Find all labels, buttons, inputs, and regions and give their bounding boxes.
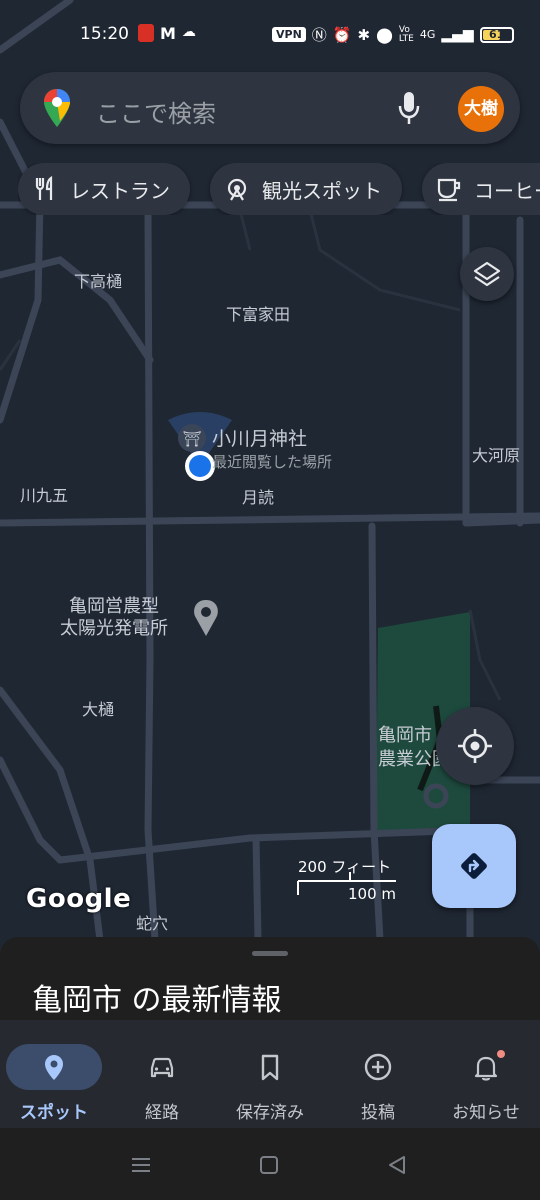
nav-updates-label: お知らせ [452, 1103, 520, 1123]
home-button[interactable] [254, 1150, 284, 1180]
solar-poi-line2: 太陽光発電所 [60, 618, 168, 639]
scale-feet: 200 フィート [298, 858, 392, 876]
system-navigation-bar [0, 1128, 540, 1200]
search-bar[interactable]: ここで検索 大樹 [20, 72, 520, 144]
microphone-icon[interactable] [396, 90, 422, 126]
layers-button[interactable] [460, 247, 514, 301]
map-label-shimotomiyoshida: 下富家田 [226, 305, 291, 324]
vpn-icon: VPN [272, 27, 306, 42]
location-icon: ⬤ [376, 25, 393, 44]
category-chips: レストラン 観光スポット コーヒー [18, 163, 540, 215]
nav-commute[interactable]: 経路 [108, 1020, 216, 1128]
nfc-icon: Ⓝ [311, 26, 327, 44]
nav-explore-label: スポット [20, 1103, 88, 1123]
solar-poi-line1: 亀岡営農型 [69, 596, 159, 617]
battery-icon: 61 [479, 26, 514, 43]
nav-saved[interactable]: 保存済み [216, 1020, 324, 1128]
park-poi-line1: 亀岡市 [378, 725, 432, 746]
google-maps-logo-icon [44, 89, 70, 127]
nav-contribute[interactable]: 投稿 [324, 1020, 432, 1128]
map-label-jaana: 蛇穴 [136, 914, 169, 933]
status-time: 15:20 [80, 24, 129, 44]
scale-meters: 100 m [348, 885, 397, 903]
search-input[interactable]: ここで検索 [96, 94, 216, 129]
chip-restaurant-label: レストラン [70, 178, 170, 203]
shrine-name: 小川月神社 [212, 428, 308, 450]
network-type: 4G [419, 28, 436, 41]
bell-icon [474, 1056, 498, 1081]
sheet-title: 亀岡市 の最新情報 [32, 983, 282, 1018]
shrine-poi[interactable]: 小川月神社 最近閲覧した場所 [212, 424, 332, 472]
notification-icons: M ☁ [138, 24, 196, 43]
account-avatar[interactable]: 大樹 [458, 86, 504, 132]
nav-saved-label: 保存済み [236, 1103, 304, 1123]
chip-restaurant[interactable]: レストラン [18, 163, 190, 215]
status-bar: 15:20 M ☁ VPN Ⓝ ⏰ ✱ ⬤ Vo LTE 4G ▂▄▆ 61 [0, 0, 540, 70]
directions-icon [461, 853, 487, 879]
layers-icon [473, 261, 501, 287]
recent-apps-button[interactable] [126, 1150, 156, 1180]
add-circle-icon [364, 1053, 392, 1081]
car-icon [150, 1057, 174, 1078]
attraction-icon [227, 178, 247, 201]
back-button[interactable] [382, 1150, 412, 1180]
chip-coffee[interactable]: コーヒー [422, 163, 540, 215]
nav-contribute-label: 投稿 [361, 1103, 395, 1123]
volte-icon: Vo LTE [398, 24, 414, 44]
bottom-navigation: スポット 経路 保存済み 投稿 お知らせ [0, 1020, 540, 1128]
weather-icon: ☁ [181, 24, 196, 40]
system-status-icons: VPN Ⓝ ⏰ ✱ ⬤ Vo LTE 4G ▂▄▆ 61 [272, 24, 514, 45]
sheet-drag-handle[interactable] [252, 951, 288, 956]
nav-updates[interactable]: お知らせ [432, 1020, 540, 1128]
map-label-otoi: 大樋 [82, 700, 115, 719]
park-poi[interactable]: 亀岡市 農業公園 [378, 724, 440, 772]
solar-poi[interactable]: 亀岡営農型 太陽光発電所 [60, 596, 168, 640]
gmail-icon: M [160, 24, 176, 43]
directions-button[interactable] [432, 824, 516, 908]
signal-icon: ▂▄▆ [441, 26, 474, 43]
bottom-sheet[interactable]: 亀岡市 の最新情報 [0, 937, 540, 1027]
nav-commute-label: 経路 [145, 1103, 179, 1123]
notification-dot [497, 1050, 505, 1058]
map-label-kawakugo: 川九五 [20, 486, 69, 505]
chip-coffee-label: コーヒー [474, 178, 540, 203]
map-scale: 200 フィート 100 m [296, 856, 406, 906]
shrine-subtitle: 最近閲覧した場所 [212, 453, 333, 471]
restaurant-icon [35, 176, 53, 200]
home-square-icon [260, 1156, 278, 1174]
bookmark-icon [261, 1054, 279, 1081]
location-pin-icon [45, 1055, 63, 1080]
app-notification-icon [138, 24, 154, 42]
nav-explore[interactable]: スポット [0, 1020, 108, 1128]
chip-attractions[interactable]: 観光スポット [210, 163, 402, 215]
google-logo: Google [26, 884, 132, 914]
menu-icon [132, 1158, 150, 1172]
svg-text:⛩: ⛩ [182, 430, 201, 448]
my-location-button[interactable] [436, 707, 514, 785]
map-label-shimotakahi: 下高樋 [74, 272, 123, 291]
battery-percent: 61 [489, 27, 505, 41]
coffee-icon [437, 178, 461, 202]
back-triangle-icon [389, 1156, 405, 1174]
my-location-icon [458, 729, 492, 763]
alarm-icon: ⏰ [332, 25, 352, 44]
bluetooth-icon: ✱ [357, 25, 371, 44]
map-label-tsukuyomi: 月読 [242, 488, 275, 507]
chip-attractions-label: 観光スポット [262, 178, 382, 203]
park-poi-line2: 農業公園 [378, 749, 440, 770]
map-label-okawara: 大河原 [472, 446, 521, 465]
